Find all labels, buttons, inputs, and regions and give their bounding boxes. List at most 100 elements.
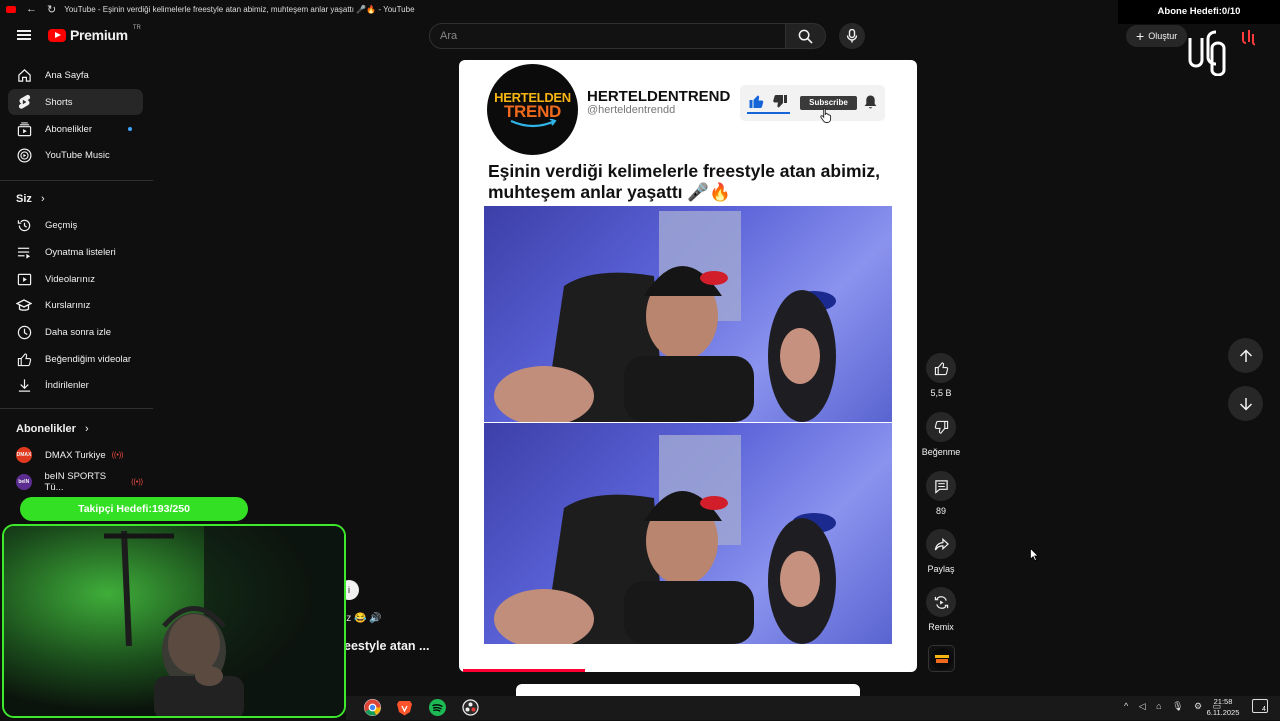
- short-title: Eşinin verdiği kelimelerle freestyle ata…: [488, 161, 880, 202]
- home-icon: [16, 67, 32, 83]
- taskbar-clock[interactable]: 21:58 6.11.2025: [1200, 696, 1246, 718]
- channel-handle[interactable]: @herteldentrendd: [587, 104, 675, 116]
- sidebar-item-label: Daha sonra izle: [45, 326, 112, 338]
- sidebar-item-playlists[interactable]: Oynatma listeleri: [8, 239, 143, 265]
- hand-pointer-icon: [820, 107, 833, 128]
- channel-name[interactable]: HERTELDENTREND: [587, 88, 730, 105]
- mouse-cursor-icon: [1030, 547, 1039, 566]
- youtube-play-icon: [48, 28, 66, 42]
- obs-taskbar-icon[interactable]: [462, 699, 479, 716]
- sidebar-item-liked-videos[interactable]: Beğendiğim videolar: [8, 346, 143, 372]
- like-count: 5,5 B: [930, 388, 952, 398]
- your-videos-icon: [16, 271, 32, 287]
- arrow-up-icon: [1239, 348, 1252, 362]
- plus-icon: +: [1136, 28, 1145, 44]
- remix-action[interactable]: Remix: [911, 587, 971, 632]
- video-frame-top: [484, 206, 892, 422]
- you-section-heading[interactable]: Siz ›: [16, 193, 45, 205]
- subscriber-goal-bar: Abone Hedefi:0/10: [1118, 0, 1280, 24]
- share-action[interactable]: Paylaş: [911, 529, 971, 574]
- webcam-overlay: [2, 524, 346, 718]
- logo-text: Premium: [70, 27, 128, 43]
- chrome-taskbar-icon[interactable]: [364, 699, 381, 716]
- clock-time: 21:58: [1213, 697, 1233, 706]
- playlists-icon: [16, 244, 32, 260]
- thumbs-up-icon[interactable]: [748, 93, 765, 114]
- remix-icon: [934, 595, 948, 609]
- voice-search-button[interactable]: [839, 23, 865, 49]
- channel-thumbnail-logo: [930, 647, 953, 670]
- channel-avatar: beIN: [16, 474, 32, 490]
- sidebar-item-your-videos[interactable]: Videolarınız: [8, 266, 143, 292]
- like-action[interactable]: 5,5 B: [911, 353, 971, 398]
- sound-thumbnail[interactable]: [928, 645, 955, 672]
- sidebar-channel-dmax[interactable]: DMAX DMAX Turkiye ((•)): [8, 442, 143, 468]
- sidebar-item-watch-later[interactable]: Daha sonra izle: [8, 319, 143, 345]
- live-broadcast-icon: ((•)): [111, 451, 124, 459]
- sidebar-item-downloads[interactable]: İndirilenler: [8, 372, 143, 398]
- spotify-taskbar-icon[interactable]: [429, 699, 446, 716]
- clock-date: 6.11.2025: [1206, 708, 1240, 717]
- comments-button[interactable]: [926, 471, 956, 501]
- sidebar-item-courses[interactable]: Kurslarınız: [8, 292, 143, 318]
- previous-short-button[interactable]: [1228, 338, 1263, 373]
- back-arrow-icon[interactable]: ←: [26, 3, 37, 15]
- create-label: Oluştur: [1148, 31, 1178, 41]
- thumbs-down-icon[interactable]: [772, 94, 788, 115]
- streamer-logo-small: [1241, 28, 1257, 46]
- sidebar-item-label: Ana Sayfa: [45, 69, 89, 81]
- peek-video-title[interactable]: eestyle atan ...: [344, 639, 429, 653]
- sidebar-divider: [0, 180, 153, 181]
- thumbs-down-icon: [934, 420, 948, 434]
- downloads-icon: [16, 377, 32, 393]
- thumbs-up-icon: [934, 361, 948, 375]
- live-broadcast-icon: ((•)): [131, 478, 143, 486]
- subscriptions-heading-label: Abonelikler: [16, 423, 76, 435]
- comment-count: 89: [935, 506, 946, 516]
- create-button[interactable]: + Oluştur: [1126, 25, 1188, 47]
- sidebar-item-label: İndirilenler: [45, 379, 89, 391]
- browser-title-bar: ← ↻ YouTube - Eşinin verdiği kelimelerle…: [0, 0, 1280, 18]
- video-progress-bar[interactable]: [463, 669, 585, 672]
- arrow-down-icon: [1239, 397, 1252, 411]
- brave-taskbar-icon[interactable]: [396, 699, 413, 716]
- share-button[interactable]: [926, 529, 956, 559]
- sidebar-item-youtube-music[interactable]: YouTube Music: [8, 142, 143, 168]
- you-heading-label: Siz: [16, 193, 32, 205]
- subscriptions-section-heading[interactable]: Abonelikler ›: [16, 423, 89, 435]
- next-short-button[interactable]: [1228, 386, 1263, 421]
- sidebar-item-subscriptions[interactable]: Abonelikler: [8, 116, 143, 142]
- channel-logo[interactable]: HERTELDEN TREND: [487, 64, 578, 155]
- sidebar-item-label: Kurslarınız: [45, 299, 91, 311]
- dislike-label: Beğenme: [921, 447, 961, 457]
- sidebar-divider: [0, 408, 153, 409]
- liked-videos-icon: [16, 351, 32, 367]
- webcam-feed-image: [4, 526, 344, 716]
- dislike-action[interactable]: Beğenme: [911, 412, 971, 457]
- history-icon: [16, 217, 32, 233]
- smile-arrow-icon: [510, 118, 557, 127]
- sidebar-item-label: Oynatma listeleri: [45, 246, 116, 258]
- remix-button[interactable]: [926, 587, 956, 617]
- sidebar-item-label: Shorts: [45, 96, 73, 108]
- search-input[interactable]: Ara: [429, 23, 786, 49]
- reload-icon[interactable]: ↻: [47, 3, 56, 16]
- search-icon: [798, 29, 813, 44]
- share-label: Paylaş: [927, 564, 955, 574]
- youtube-premium-logo[interactable]: Premium TR: [48, 25, 141, 43]
- search-button[interactable]: [786, 23, 826, 49]
- chevron-right-icon: ›: [40, 193, 45, 205]
- sidebar-item-home[interactable]: Ana Sayfa: [8, 62, 143, 88]
- like-button[interactable]: [926, 353, 956, 383]
- sidebar-item-history[interactable]: Geçmiş: [8, 212, 143, 238]
- new-content-dot: [128, 127, 132, 131]
- sidebar-channel-bein[interactable]: beIN beIN SPORTS Tü... ((•)): [8, 469, 143, 495]
- bell-icon[interactable]: [863, 94, 878, 115]
- sidebar-item-label: Beğendiğim videolar: [45, 353, 132, 365]
- dislike-button[interactable]: [926, 412, 956, 442]
- hamburger-menu-icon[interactable]: [17, 28, 31, 42]
- sidebar-item-shorts[interactable]: Shorts: [8, 89, 143, 115]
- streamer-logo: [1186, 28, 1228, 77]
- video-frame-bottom: [484, 423, 892, 644]
- comments-action[interactable]: 89: [911, 471, 971, 516]
